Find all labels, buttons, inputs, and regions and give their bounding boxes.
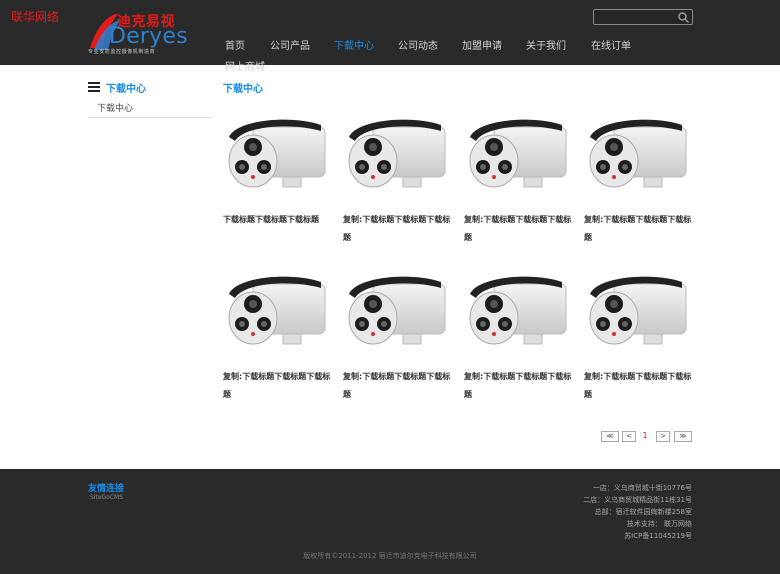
site-footer: 友情连接 SiteGoCMS 一店：义乌商贸城十街10776号 二店：义乌商贸城… [0,469,780,574]
nav-franchise[interactable]: 加盟申请 [462,37,502,52]
site-header: 联华网络 迪克易视 Deryes 专业安防监控摄像机制造商 首页 公司产品 下载… [0,0,780,73]
first-page-button[interactable]: ≪ [601,431,619,442]
site-logo[interactable]: 迪克易视 Deryes 专业安防监控摄像机制造商 [86,8,188,58]
camera-thumbnail-icon [348,119,446,188]
logo-tagline: 专业安防监控摄像机制造商 [88,49,156,55]
camera-thumbnail-icon [589,119,687,188]
download-title-link[interactable]: 复制:下载标题下载标题下载标题 [343,368,453,404]
nav-downloads[interactable]: 下载中心 [334,37,374,52]
download-title-link[interactable]: 复制:下载标题下载标题下载标题 [343,211,453,247]
current-page-number[interactable]: 1 [640,431,650,442]
camera-thumbnail-icon [589,276,687,345]
download-thumbnail[interactable] [464,113,572,203]
download-thumbnail[interactable] [223,113,331,203]
camera-thumbnail-icon [228,276,326,345]
nav-order[interactable]: 在线订单 [591,37,631,52]
download-title-link[interactable]: 复制:下载标题下载标题下载标题 [584,211,694,247]
nav-products[interactable]: 公司产品 [270,37,310,52]
nav-news[interactable]: 公司动态 [398,37,438,52]
download-thumbnail[interactable] [464,270,572,360]
camera-thumbnail-icon [469,119,567,188]
icp-license-line: 苏ICP备11045219号 [624,532,692,540]
sidebar-title: 下载中心 [106,84,146,95]
search-box [593,9,693,25]
search-input[interactable] [596,11,676,23]
nav-shop[interactable]: 网上商城 [225,58,265,73]
menu-icon [88,82,100,92]
download-thumbnail[interactable] [343,270,451,360]
download-thumbnail[interactable] [223,270,331,360]
next-page-button[interactable]: > [656,431,670,442]
download-title-link[interactable]: 复制:下载标题下载标题下载标题 [584,368,694,404]
download-thumbnail[interactable] [584,113,692,203]
prev-page-button[interactable]: < [622,431,636,442]
camera-thumbnail-icon [348,276,446,345]
download-title-link[interactable]: 下载标题下载标题下载标题 [223,211,333,229]
watermark-text: 联华网络 [11,10,60,24]
sidebar-header: 下载中心 [88,80,212,95]
address-line: 二店：义乌商贸城精品街11栋31号 [583,496,692,504]
camera-thumbnail-icon [228,119,326,188]
nav-about[interactable]: 关于我们 [526,37,566,52]
friend-links-title: 友情连接 [88,484,125,494]
friend-link[interactable]: SiteGoCMS [90,494,123,501]
nav-home[interactable]: 首页 [225,37,245,52]
page-title: 下载中心 [223,84,263,95]
last-page-button[interactable]: ≫ [674,431,692,442]
address-block: 一店：义乌商贸城十街10776号 二店：义乌商贸城精品街11栋31号 总部：宿迁… [583,482,692,542]
camera-thumbnail-icon [469,276,567,345]
address-line: 一店：义乌商贸城十街10776号 [592,484,692,492]
download-title-link[interactable]: 复制:下载标题下载标题下载标题 [464,368,574,404]
search-icon[interactable] [677,11,690,24]
copyright-text: 版权所有©2011-2012 宿迁市迪尔克电子科技有限公司 [303,552,477,560]
sidebar-item-label: 下载中心 [97,104,134,114]
sidebar-item-downloads[interactable]: 下载中心 [88,99,212,118]
download-thumbnail[interactable] [343,113,451,203]
download-title-link[interactable]: 复制:下载标题下载标题下载标题 [223,368,333,404]
logo-english-name: Deryes [109,24,188,49]
tech-support-line: 技术支持： 联万网络 [626,520,692,528]
address-line: 总部：宿迁软件园绚新楼258室 [594,508,692,516]
download-thumbnail[interactable] [584,270,692,360]
download-title-link[interactable]: 复制:下载标题下载标题下载标题 [464,211,574,247]
